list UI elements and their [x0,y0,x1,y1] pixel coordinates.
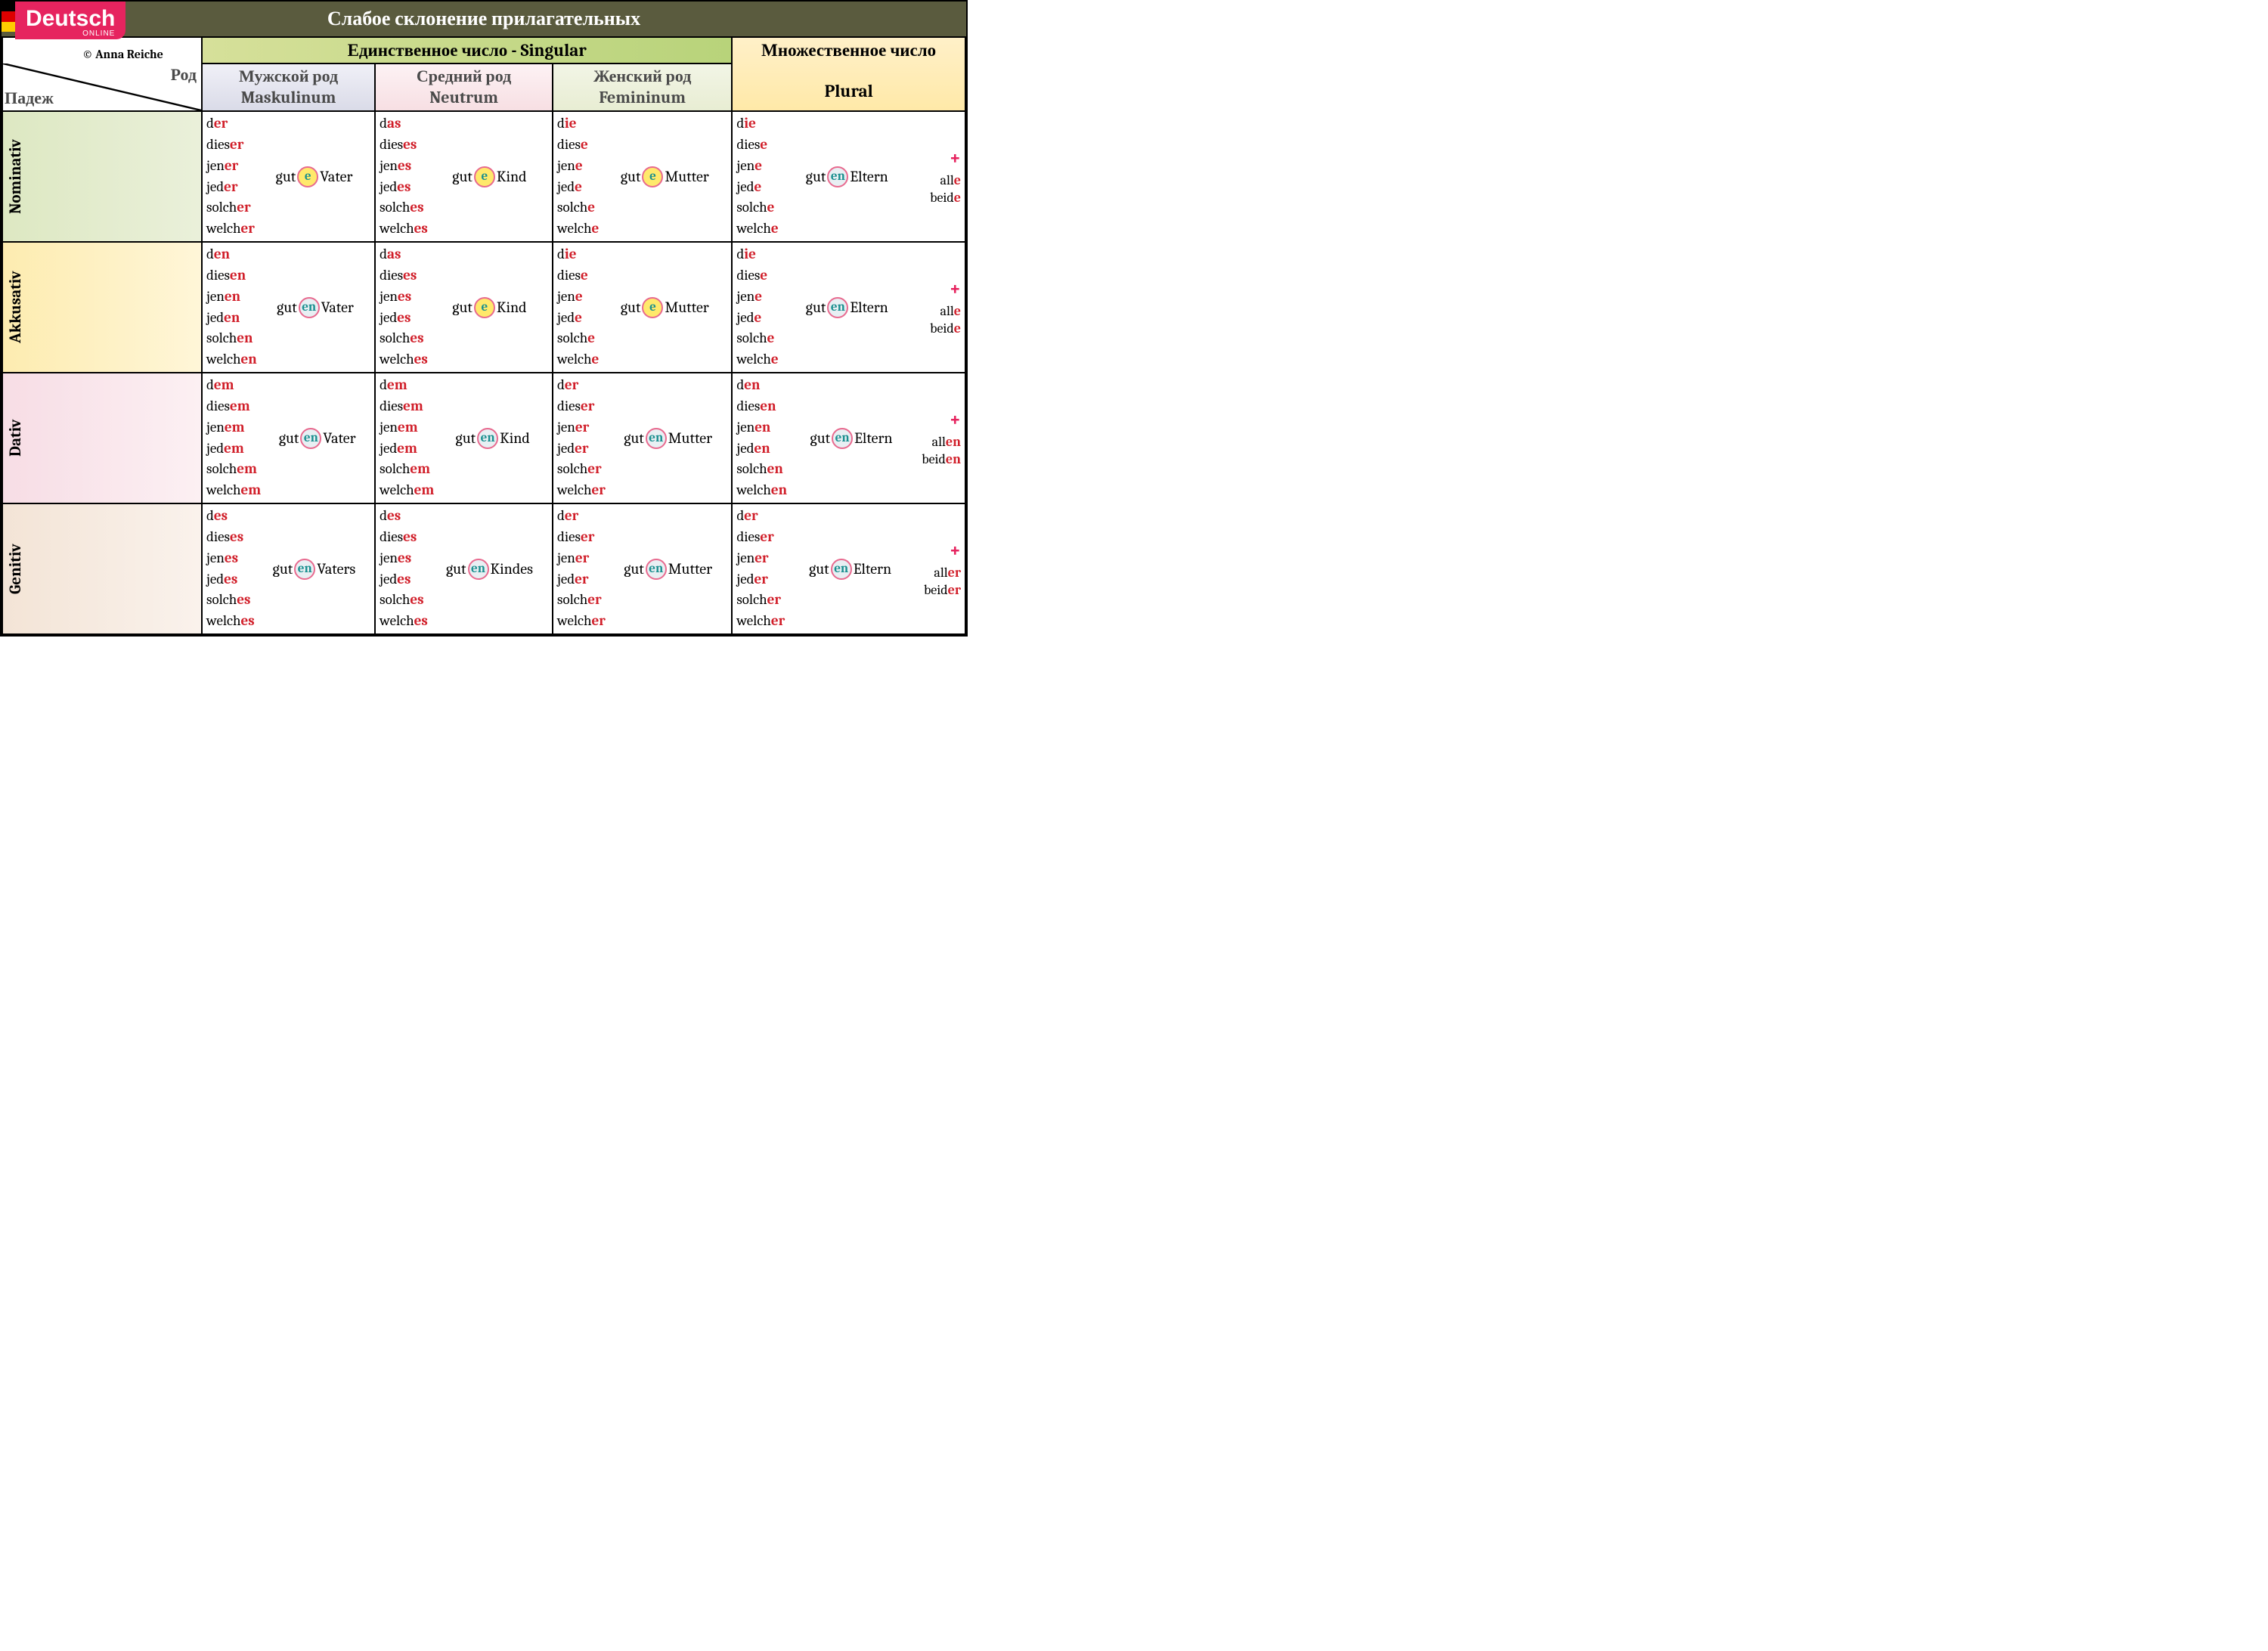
adjective-example: gutenMutter [609,376,727,500]
determiner-list: demdiesemjenemjedemsolchemwelchem [206,376,261,500]
adjective-example: gutenVater [260,245,370,370]
header-singular: Единственное число - Singular [202,37,732,64]
determiner-list: dasdiesesjenesjedessolcheswelches [380,245,428,370]
cell-nominativ-fem: diediesejenejedesolchewelcheguteMutter [553,111,732,242]
plural-extra: +allenbeiden [916,376,961,500]
logo-subtext: ONLINE [26,30,115,38]
plural-extra: +allerbeider [916,506,961,631]
logo: Deutsch ONLINE [2,2,125,39]
label-rod: Род [171,65,197,86]
determiner-list: diediesejenejedesolchewelche [557,114,599,239]
logo-box: Deutsch ONLINE [15,2,125,39]
adjective-example: guteMutter [602,245,727,370]
cell-genitiv-plural: derdieserjenerjedersolcherwelchergutenEl… [732,503,965,634]
determiner-list: diediesejenejedesolchewelche [736,245,778,370]
determiner-list: dasdiesesjenesjedessolcheswelches [380,114,428,239]
cell-dativ-neut: demdiesemjenemjedemsolchemwelchemgutenKi… [375,373,553,503]
case-akkusativ: Akkusativ [2,242,202,373]
cell-nominativ-neut: dasdiesesjenesjedessolcheswelchesguteKin… [375,111,553,242]
cell-akkusativ-neut: dasdiesesjenesjedessolcheswelchesguteKin… [375,242,553,373]
cell-nominativ-mask: derdieserjenerjedersolcherwelcherguteVat… [202,111,375,242]
determiner-list: desdiesesjenesjedessolcheswelches [206,506,255,631]
adjective-example: gutenKindes [431,506,548,631]
adjective-example: gutenKind [437,376,548,500]
logo-text: Deutsch [26,6,115,31]
adjective-example: gutenVaters [258,506,370,631]
cell-dativ-fem: derdieserjenerjedersolcherwelchergutenMu… [553,373,732,503]
adjective-example: gutenVater [264,376,370,500]
plural-extra: +allebeide [916,114,961,239]
label-padezh: Падеж [5,88,54,110]
determiner-list: derdieserjenerjedersolcherwelcher [736,506,785,631]
case-genitiv: Genitiv [2,503,202,634]
determiner-list: desdiesesjenesjedessolcheswelches [380,506,428,631]
cell-dativ-mask: demdiesemjenemjedemsolchemwelchemgutenVa… [202,373,375,503]
declension-table: © Anna Reiche Единственное число - Singu… [2,36,966,635]
determiner-list: dendiesenjenenjedensolchenwelchen [736,376,787,500]
credit: © Anna Reiche [7,43,163,64]
cell-genitiv-fem: derdieserjenerjedersolcherwelchergutenMu… [553,503,732,634]
corner-cell: Род Падеж [2,64,202,111]
cell-akkusativ-mask: dendiesenjenenjedensolchenwelchengutenVa… [202,242,375,373]
header-plural: Множественное число Plural [732,37,965,111]
adjective-example: guteKind [431,114,548,239]
determiner-list: diediesejenejedesolchewelche [736,114,778,239]
adjective-example: gutenMutter [609,506,727,631]
header-femininum: Женский род Femininum [553,64,732,111]
page-title: Слабое склонение прилагательных [327,8,640,30]
cell-akkusativ-fem: diediesejenejedesolchewelcheguteMutter [553,242,732,373]
german-flag-icon [2,2,15,32]
adjective-example: guteVater [258,114,370,239]
determiner-list: dendiesenjenenjedensolchenwelchen [206,245,257,370]
header-bar: Deutsch ONLINE Слабое склонение прилагат… [2,2,966,36]
header-neutrum: Средний род Neutrum [375,64,553,111]
adjective-example: guteKind [431,245,548,370]
determiner-list: derdieserjenerjedersolcherwelcher [206,114,255,239]
adjective-example: guteMutter [602,114,727,239]
adjective-example: gutenEltern [790,376,912,500]
plural-extra: +allebeide [916,245,961,370]
case-dativ: Dativ [2,373,202,503]
cell-dativ-plural: dendiesenjenenjedensolchenwelchengutenEl… [732,373,965,503]
determiner-list: demdiesemjenemjedemsolchemwelchem [380,376,434,500]
determiner-list: diediesejenejedesolchewelche [557,245,599,370]
cell-genitiv-neut: desdiesesjenesjedessolcheswelchesgutenKi… [375,503,553,634]
determiner-list: derdieserjenerjedersolcherwelcher [557,506,606,631]
cell-nominativ-plural: diediesejenejedesolchewelchegutenEltern+… [732,111,965,242]
case-nominativ: Nominativ [2,111,202,242]
header-maskulinum: Мужской род Maskulinum [202,64,375,111]
cell-akkusativ-plural: diediesejenejedesolchewelchegutenEltern+… [732,242,965,373]
adjective-example: gutenEltern [788,506,912,631]
adjective-example: gutenEltern [782,114,912,239]
adjective-example: gutenEltern [782,245,912,370]
grammar-chart: Deutsch ONLINE Слабое склонение прилагат… [0,0,968,637]
cell-genitiv-mask: desdiesesjenesjedessolcheswelchesgutenVa… [202,503,375,634]
determiner-list: derdieserjenerjedersolcherwelcher [557,376,606,500]
